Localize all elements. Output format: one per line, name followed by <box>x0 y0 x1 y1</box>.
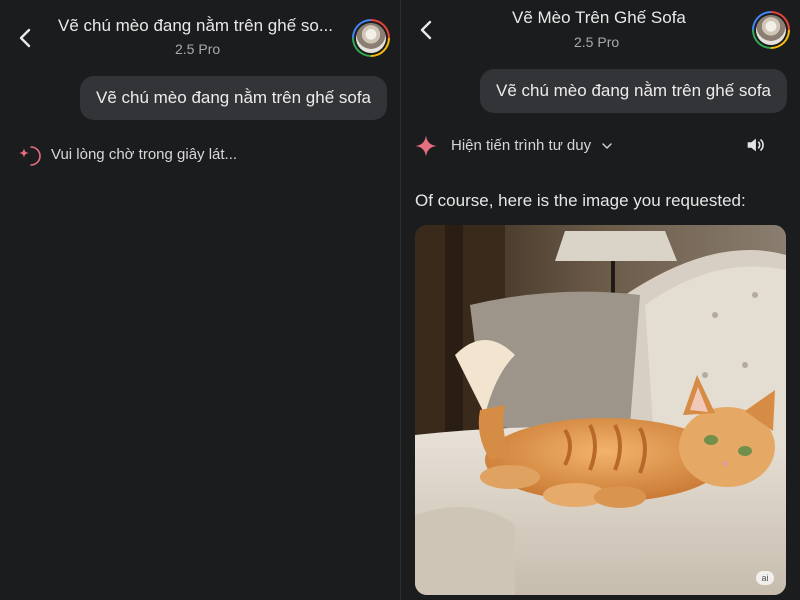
back-button[interactable] <box>415 18 439 42</box>
chevron-down-icon <box>602 142 612 149</box>
response-text: Of course, here is the image you request… <box>415 191 746 210</box>
avatar-image <box>356 23 386 53</box>
loading-sparkle-icon <box>19 146 41 166</box>
chat-title: Vẽ Mèo Trên Ghế Sofa <box>512 8 686 27</box>
cat-on-sofa-illustration <box>415 225 786 595</box>
avatar-image <box>756 15 786 45</box>
gemini-sparkle-icon <box>415 135 437 157</box>
show-thinking-label: Hiện tiến trình tư duy <box>451 137 592 154</box>
loading-text: Vui lòng chờ trong giây lát... <box>51 146 238 163</box>
speaker-icon[interactable] <box>744 134 766 156</box>
model-label: 2.5 Pro <box>175 41 221 57</box>
right-chat-pane: Vẽ Mèo Trên Ghế Sofa 2.5 Pro Vẽ chú mèo … <box>401 0 800 600</box>
avatar[interactable] <box>352 19 390 57</box>
chevron-left-icon <box>420 20 432 40</box>
chat-title: Vẽ chú mèo đang nằm trên ghế so... <box>58 16 334 35</box>
show-thinking-toggle[interactable]: Hiện tiến trình tư duy <box>451 137 613 154</box>
ai-generated-badge: ai <box>756 571 774 585</box>
chevron-left-icon <box>19 28 31 48</box>
user-message-bubble: Vẽ chú mèo đang nằm trên ghế sofa <box>480 69 788 113</box>
left-chat-pane: Vẽ chú mèo đang nằm trên ghế so... 2.5 P… <box>0 0 400 600</box>
user-message-bubble: Vẽ chú mèo đang nằm trên ghế sofa <box>80 76 388 120</box>
avatar[interactable] <box>752 11 790 49</box>
generated-cat-image[interactable]: ai <box>415 225 786 595</box>
back-button[interactable] <box>14 26 38 50</box>
model-label: 2.5 Pro <box>574 34 620 50</box>
